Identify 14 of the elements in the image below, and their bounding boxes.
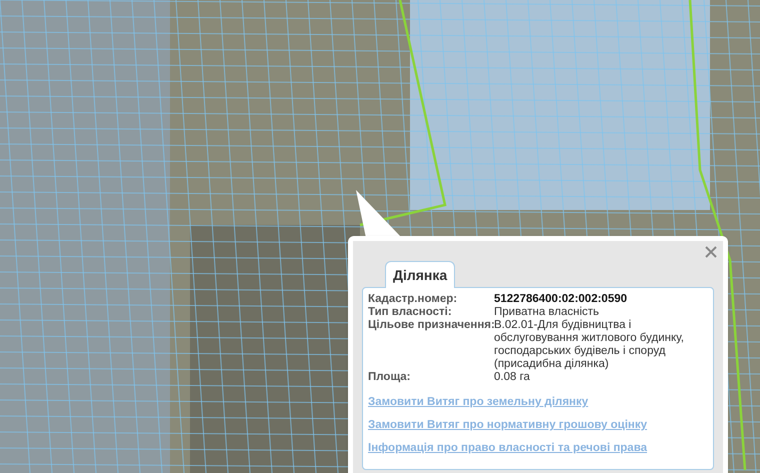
- close-button[interactable]: [705, 246, 717, 258]
- field-value: В.02.01-Для будівництва і обслуговування житлового будинку, господарських будівель і споруд (присадибна ділянка): [494, 319, 685, 371]
- field-value: Приватна власність: [494, 306, 600, 319]
- field-value: 0.08 га: [494, 371, 531, 384]
- link[interactable]: Замовити Витяг про земельну ділянку: [368, 396, 588, 409]
- field-label: Площа:: [368, 371, 412, 384]
- link[interactable]: Інформація про право власності та речові права: [368, 442, 648, 455]
- field-label: Кадастр.номер:: [368, 293, 458, 306]
- link[interactable]: Замовити Витяг про нормативну грошову оцінку: [368, 419, 648, 432]
- field-label: Цільове призначення:: [368, 319, 494, 332]
- close-icon: [705, 246, 717, 258]
- tab[interactable]: Ділянка: [385, 261, 456, 288]
- field-value: 5122786400:02:002:0590: [494, 293, 628, 306]
- field-label: Тип власності:: [368, 306, 453, 319]
